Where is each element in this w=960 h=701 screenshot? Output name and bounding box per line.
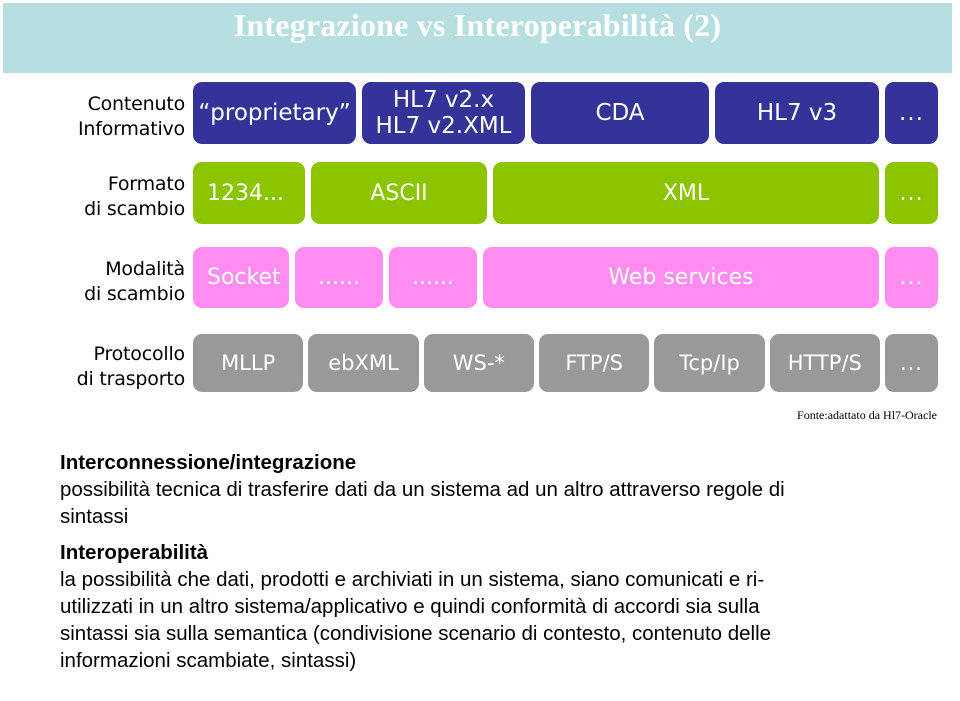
stack-cell-socket[interactable]: Socket — [193, 247, 289, 308]
definition-interoperabilita-line-4: informazioni scambiate, sintassi) — [60, 649, 357, 672]
stack-cells-modalita: Socket ...... ...... Web services ... — [193, 247, 938, 308]
stack-cell-ascii[interactable]: ASCII — [311, 162, 487, 224]
row-label-modalita-di-scambio: Modalità di scambio — [0, 257, 185, 307]
slide-title-banner: Integrazione vs Interoperabilità (2) — [3, 3, 952, 73]
stack-cell-tcpip[interactable]: Tcp/Ip — [654, 334, 765, 392]
stack-cell-placeholder-2[interactable]: ...... — [389, 247, 477, 308]
definition-interoperabilita-line-2: utilizzati in un altro sistema/applicati… — [60, 595, 760, 618]
stack-cell-hl7-v2[interactable]: HL7 v2.x HL7 v2.XML — [362, 82, 525, 144]
row-label-contenuto-informativo: Contenuto Informativo — [0, 92, 185, 142]
source-attribution: Fonte:adattato da Hl7-Oracle — [797, 408, 937, 422]
row-label-line-1: Modalità — [105, 258, 185, 280]
row-label-line-2: di scambio — [84, 198, 185, 220]
stack-cell-web-services[interactable]: Web services — [483, 247, 879, 308]
stack-cell-ws-star[interactable]: WS-* — [423, 334, 534, 392]
stack-cell-hl7-v3[interactable]: HL7 v3 — [715, 82, 879, 144]
stack-cell-ellipsis-contenuto[interactable]: ... — [885, 82, 938, 144]
heading-interconnessione: Interconnessione/integrazione — [60, 451, 357, 474]
row-label-line-2: di scambio — [84, 283, 185, 305]
definition-interconnessione-line-1: possibilità tecnica di trasferire dati d… — [60, 478, 785, 501]
stack-cells-formato: 1234... ASCII XML ... — [193, 162, 938, 224]
row-label-line-2: di trasporto — [76, 368, 186, 390]
definition-interconnessione-line-2: sintassi — [60, 505, 129, 528]
stack-cell-proprietary[interactable]: “proprietary” — [193, 82, 356, 144]
stack-cell-https[interactable]: HTTP/S — [769, 334, 880, 392]
stack-cell-placeholder-1[interactable]: ...... — [295, 247, 383, 308]
stack-cell-1234[interactable]: 1234... — [193, 162, 305, 224]
stack-cells-contenuto: “proprietary” HL7 v2.x HL7 v2.XML CDA HL… — [193, 82, 938, 144]
stack-cell-ebxml[interactable]: ebXML — [308, 334, 419, 392]
stack-cell-mllp[interactable]: MLLP — [193, 334, 304, 392]
page-title: Integrazione vs Interoperabilità (2) — [233, 7, 722, 43]
interoperability-stack-diagram: Contenuto Informativo “proprietary” HL7 … — [0, 82, 960, 402]
stack-cell-xml[interactable]: XML — [493, 162, 879, 224]
row-label-line-1: Protocollo — [93, 343, 186, 365]
row-label-formato-di-scambio: Formato di scambio — [0, 172, 185, 222]
row-label-line-2: Informativo — [78, 118, 185, 140]
definitions-text-block: Interconnessione/integrazione possibilit… — [60, 449, 960, 674]
stack-cell-ellipsis-protocollo[interactable]: ... — [884, 334, 938, 392]
definition-interoperabilita-line-1: la possibilità che dati, prodotti e arch… — [60, 568, 765, 591]
row-label-line-1: Contenuto — [87, 93, 186, 115]
stack-cell-ellipsis-formato[interactable]: ... — [885, 162, 938, 224]
row-label-line-1: Formato — [107, 173, 185, 195]
stack-cell-cda[interactable]: CDA — [531, 82, 709, 144]
row-label-protocollo-di-trasporto: Protocollo di trasporto — [0, 342, 186, 392]
stack-cell-ellipsis-modalita[interactable]: ... — [885, 247, 938, 308]
stack-cells-protocollo: MLLP ebXML WS-* FTP/S Tcp/Ip HTTP/S ... — [193, 334, 938, 392]
heading-interoperabilita: Interoperabilità — [60, 541, 209, 564]
definition-interoperabilita-line-3: sintassi sia sulla semantica (condivisio… — [60, 622, 772, 645]
stack-cell-ftps[interactable]: FTP/S — [538, 334, 650, 392]
